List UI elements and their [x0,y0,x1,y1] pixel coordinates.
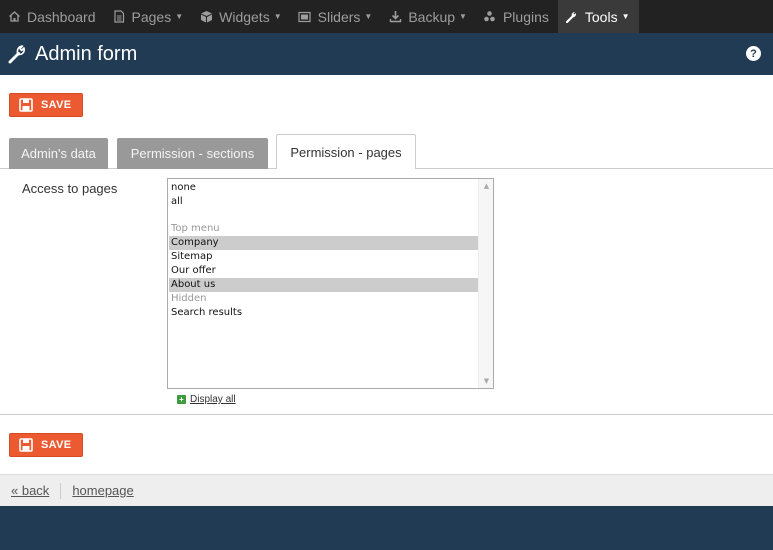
option-about-us[interactable]: About us [169,278,478,292]
nav-item-tools[interactable]: Tools ▼ [557,0,639,33]
nav-item-pages[interactable]: Pages ▼ [105,0,193,33]
caret-down-icon: ▼ [273,12,282,21]
page-title: Admin form [35,42,138,65]
cube-icon [198,9,214,25]
option-all[interactable]: all [169,195,478,209]
image-icon [297,9,313,25]
homepage-link[interactable]: homepage [72,483,133,498]
home-icon [6,9,22,25]
back-link[interactable]: « back [11,483,49,498]
tab-bar: Admin's data Permission - sections Permi… [0,134,773,170]
access-to-pages-label: Access to pages [22,181,118,196]
plus-icon: + [177,395,186,404]
save-label: SAVE [41,99,72,111]
option-search-results[interactable]: Search results [169,306,478,320]
pages-multiselect[interactable]: none all Top menu Company Sitemap Our of… [167,178,494,389]
nav-item-sliders[interactable]: Sliders ▼ [291,0,382,33]
wrench-icon [564,9,580,25]
floppy-disk-icon [19,98,33,112]
optgroup-top-menu: Top menu [171,223,220,234]
caret-down-icon: ▼ [175,12,184,21]
footer-links: « back homepage [0,474,773,506]
tab-permission-pages[interactable]: Permission - pages [276,134,416,170]
nav-label: Dashboard [27,8,96,25]
top-navbar: Dashboard Pages ▼ Widgets ▼ Sliders ▼ Ba… [0,0,773,33]
display-all-label: Display all [190,394,236,405]
link-separator [60,482,62,499]
tab-permission-sections[interactable]: Permission - sections [117,138,268,169]
option-none[interactable]: none [169,181,478,195]
save-button[interactable]: SAVE [9,93,83,117]
page-header: Admin form ? [0,33,773,75]
tab-admins-data[interactable]: Admin's data [9,138,108,169]
option-company[interactable]: Company [169,236,478,250]
scroll-down-icon[interactable]: ▼ [479,374,493,388]
display-all-link[interactable]: + Display all [177,394,236,405]
optgroup-hidden: Hidden [171,293,207,304]
scroll-up-icon[interactable]: ▲ [479,179,493,193]
caret-down-icon: ▼ [459,12,467,21]
caret-down-icon: ▼ [621,12,630,21]
option-sitemap[interactable]: Sitemap [169,250,478,264]
download-icon [387,9,403,25]
nav-label: Pages [131,8,172,25]
caret-down-icon: ▼ [364,12,373,21]
nav-item-backup[interactable]: Backup ▼ [381,0,476,33]
nav-label: Backup [408,8,456,25]
page-footer [0,506,773,550]
help-icon[interactable]: ? [746,46,761,61]
nav-label: Tools [584,8,618,25]
option-our-offer[interactable]: Our offer [169,264,478,278]
permission-pages-panel: Access to pages none all Top menu Compan… [0,169,773,415]
nav-label: Plugins [502,8,549,25]
save-button-bottom[interactable]: SAVE [9,433,83,457]
wrench-icon [6,42,30,66]
nav-item-dashboard[interactable]: Dashboard [0,0,105,33]
nav-label: Sliders [317,8,361,25]
save-label: SAVE [41,439,72,451]
puzzle-icon [482,9,498,25]
nav-label: Widgets [219,8,270,25]
listbox-scrollbar[interactable]: ▲ ▼ [478,179,493,388]
page-icon [111,9,127,25]
nav-item-plugins[interactable]: Plugins [476,0,558,33]
nav-item-widgets[interactable]: Widgets ▼ [192,0,291,33]
floppy-disk-icon [19,438,33,452]
